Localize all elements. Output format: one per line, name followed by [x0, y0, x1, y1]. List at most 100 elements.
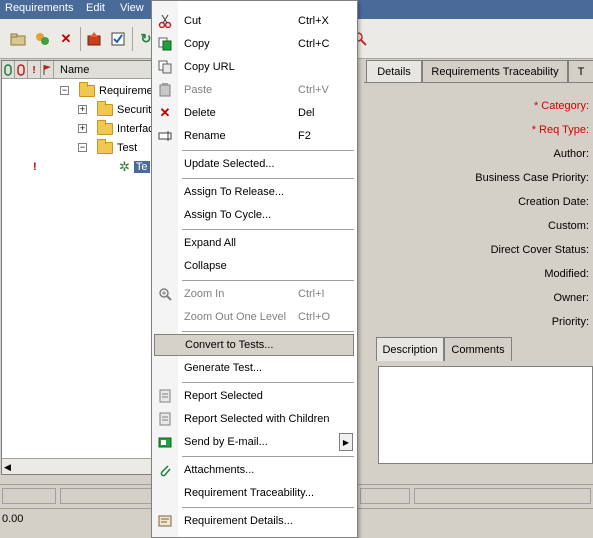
expand-icon[interactable]: +: [78, 105, 87, 114]
custom-label: Custom:: [548, 220, 589, 232]
menu-item-label: Attachments...: [184, 464, 255, 476]
export-icon[interactable]: [84, 29, 104, 49]
menu-item-label: Delete: [184, 107, 216, 119]
menu-item-attachments[interactable]: Attachments...: [152, 459, 357, 481]
menu-item-paste[interactable]: Paste Ctrl+V: [152, 79, 357, 101]
menu-item-update-selected[interactable]: Update Selected...: [152, 153, 357, 175]
copy-url-icon: [157, 59, 173, 75]
tab-requirements-traceability[interactable]: Requirements Traceability: [422, 60, 568, 82]
delete-icon: ✕: [159, 105, 171, 120]
menu-item-label: Copy URL: [184, 61, 235, 73]
menu-item-copy[interactable]: Copy Ctrl+C: [152, 33, 357, 55]
menu-item-send-email[interactable]: Send by E-mail... ▶: [152, 431, 357, 453]
category-label: * Category:: [533, 100, 589, 112]
tab-details[interactable]: Details: [366, 60, 422, 83]
menu-requirements[interactable]: Requirements: [5, 2, 73, 14]
status-cell: [360, 488, 410, 504]
scroll-left-icon[interactable]: ◀: [4, 462, 11, 473]
tab-more[interactable]: T: [568, 60, 593, 82]
tree-node-selected[interactable]: ✲ Te: [119, 157, 150, 176]
menu-item-rename[interactable]: Rename F2: [152, 125, 357, 147]
menu-separator: [182, 382, 354, 383]
cover-column-icon[interactable]: [15, 61, 28, 79]
tree-node-interface[interactable]: + Interface: [78, 119, 160, 138]
menu-separator: [182, 178, 354, 179]
menu-item-shortcut: Del: [298, 107, 315, 119]
tab-description[interactable]: Description: [376, 337, 444, 361]
creation-date-label: Creation Date:: [518, 196, 589, 208]
priority-flag-icon: !: [33, 160, 37, 173]
email-icon: [157, 434, 173, 450]
menu-item-label: Zoom Out One Level: [184, 311, 287, 323]
req-type-label: * Req Type:: [531, 124, 589, 136]
new-folder-icon[interactable]: [8, 29, 28, 49]
status-cell: [414, 488, 591, 504]
details-form: * Category: * Req Type: Author: Business…: [364, 82, 593, 330]
details-panel: Details Requirements Traceability T * Ca…: [362, 60, 593, 480]
tree-node-label: Te: [133, 160, 150, 173]
menu-item-collapse[interactable]: Collapse: [152, 255, 357, 277]
tree-node-label: Test: [117, 141, 138, 154]
submenu-arrow-icon[interactable]: ▶: [339, 433, 353, 451]
folder-icon: [79, 81, 95, 97]
collapse-icon[interactable]: −: [78, 143, 87, 152]
expand-icon[interactable]: +: [78, 124, 87, 133]
toolbar-separator: [132, 27, 133, 51]
description-tabs: Description Comments: [372, 337, 593, 361]
modified-label: Modified:: [544, 268, 589, 280]
status-value: 0.00: [2, 513, 24, 525]
menu-separator: [182, 507, 354, 508]
menu-item-generate-test[interactable]: Generate Test...: [152, 357, 357, 379]
flag-column-icon[interactable]: [41, 61, 54, 79]
tree-node-test[interactable]: − Test: [78, 138, 137, 157]
menu-item-label: Send by E-mail...: [184, 436, 268, 448]
menu-item-requirement-details[interactable]: Requirement Details...: [152, 510, 357, 532]
menu-item-report-selected-children[interactable]: Report Selected with Children: [152, 408, 357, 430]
menu-view[interactable]: View: [120, 2, 144, 14]
menu-item-label: Requirement Traceability...: [184, 487, 315, 499]
menu-item-expand-all[interactable]: Expand All: [152, 232, 357, 254]
rename-icon: [157, 128, 173, 144]
menu-item-assign-cycle[interactable]: Assign To Cycle...: [152, 204, 357, 226]
menu-item-label: Update Selected...: [184, 158, 275, 170]
description-editor[interactable]: [378, 366, 593, 464]
menu-edit[interactable]: Edit: [86, 2, 105, 14]
paperclip-icon: [157, 462, 173, 478]
menu-item-convert-to-tests[interactable]: Convert to Tests...: [154, 334, 354, 356]
priority-label: Priority:: [551, 316, 589, 328]
report-children-icon: [157, 411, 173, 427]
direct-cover-status-label: Direct Cover Status:: [490, 244, 589, 256]
tab-comments[interactable]: Comments: [444, 337, 512, 361]
menu-item-assign-release[interactable]: Assign To Release...: [152, 181, 357, 203]
copy-icon: [157, 36, 173, 52]
menu-separator: [182, 150, 354, 151]
menu-item-label: Report Selected: [184, 390, 263, 402]
menu-item-label: Assign To Cycle...: [184, 209, 272, 221]
menu-item-zoom-in[interactable]: Zoom In Ctrl+I: [152, 283, 357, 305]
collapse-icon[interactable]: −: [60, 86, 69, 95]
attachment-column-icon[interactable]: [2, 61, 15, 79]
gear-icon: ✲: [119, 158, 130, 174]
menu-item-label: Zoom In: [184, 288, 225, 300]
tree-node-security[interactable]: + Security: [78, 100, 157, 119]
business-priority-label: Business Case Priority:: [475, 172, 589, 184]
menu-item-copy-url[interactable]: Copy URL: [152, 56, 357, 78]
menu-item-label: Paste: [184, 84, 213, 96]
menu-item-delete[interactable]: ✕ Delete Del: [152, 102, 357, 124]
menu-item-cut[interactable]: Cut Ctrl+X: [152, 10, 357, 32]
folder-icon: [97, 119, 113, 135]
menu-item-report-selected[interactable]: Report Selected: [152, 385, 357, 407]
checkbox-icon[interactable]: [108, 29, 128, 49]
menu-item-zoom-out[interactable]: Zoom Out One Level Ctrl+O: [152, 306, 357, 328]
menu-item-shortcut: Ctrl+X: [298, 15, 329, 27]
menu-item-shortcut: F2: [298, 130, 311, 142]
status-cell: [60, 488, 152, 504]
new-requirement-icon[interactable]: [32, 29, 52, 49]
menu-item-label: Rename: [184, 130, 226, 142]
menu-separator: [182, 456, 354, 457]
menu-separator: [182, 229, 354, 230]
menu-item-label: Report Selected with Children: [184, 413, 330, 425]
delete-icon[interactable]: ✕: [56, 29, 76, 49]
priority-column-icon[interactable]: !: [28, 61, 41, 79]
menu-item-requirement-traceability[interactable]: Requirement Traceability...: [152, 482, 357, 504]
